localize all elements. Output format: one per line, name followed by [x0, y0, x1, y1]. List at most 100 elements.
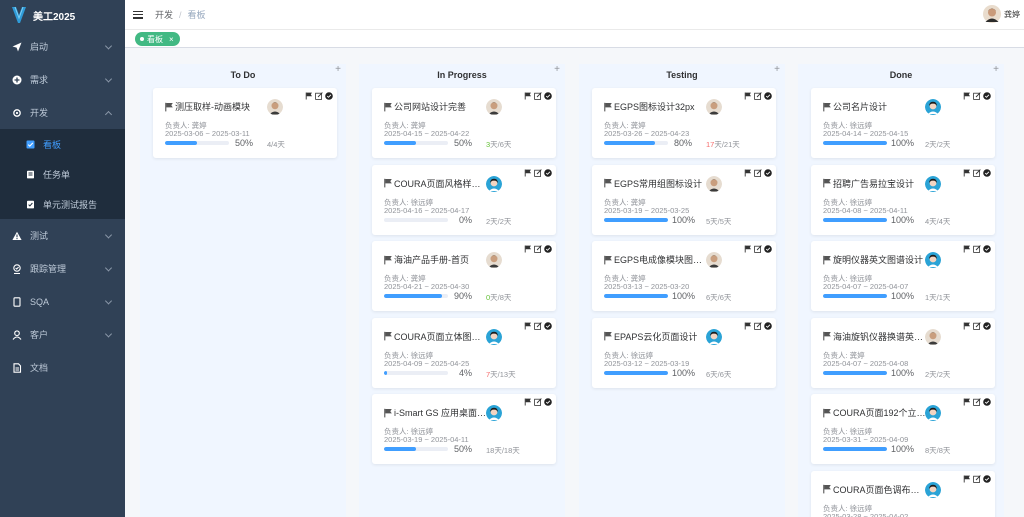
- card-dates: 2025-04-16 ~ 2025-04-17: [384, 205, 470, 215]
- sidebar-subitem-board[interactable]: 看板: [0, 129, 125, 159]
- card-actions[interactable]: [963, 398, 991, 406]
- close-icon[interactable]: ×: [169, 35, 174, 44]
- card-actions[interactable]: [524, 321, 552, 330]
- task-card[interactable]: 海油旋钒仪器换谱英… 负责人: 龚婷 2025-04-07 ~ 2025-04-08…: [811, 317, 995, 388]
- column-title: Done: [889, 70, 913, 80]
- card-title[interactable]: COURA页面立体图…: [383, 330, 501, 343]
- card-title[interactable]: i-Smart GS 应用桌面…: [383, 406, 501, 419]
- document-icon: [12, 362, 22, 373]
- check-circle-icon: [983, 245, 991, 253]
- sidebar-item-user[interactable]: 客户: [0, 318, 125, 351]
- task-card[interactable]: i-Smart GS 应用桌面… 负责人: 徐远婷 2025-03-19 ~ 202…: [372, 394, 556, 464]
- card-title[interactable]: COURA页面色调布…: [822, 483, 940, 496]
- card-title-text: EPAPS云化页面设计: [614, 331, 698, 342]
- card-actions[interactable]: [305, 92, 333, 100]
- task-card[interactable]: 招聘广告易拉宝设计 负责人: 徐远婷 2025-04-08 ~ 2025-04-11…: [811, 164, 995, 235]
- card-title[interactable]: 招聘广告易拉宝设计: [822, 177, 940, 190]
- task-card[interactable]: COURA页面风格样… 负责人: 徐远婷 2025-04-16 ~ 2025-04-…: [372, 164, 556, 235]
- progress-percent: 100%: [891, 291, 915, 301]
- tag-dot: [140, 37, 144, 41]
- card-actions[interactable]: [963, 245, 991, 253]
- sidebar-subitem-task[interactable]: 任务单: [0, 159, 125, 189]
- card-title-text: COURA页面色调布…: [833, 484, 920, 495]
- card-title[interactable]: 旋明仪器英文图谱设计: [822, 253, 940, 266]
- sidebar-item-track[interactable]: 跟踪管理: [0, 252, 125, 285]
- task-card[interactable]: EGPS电成像模块图… 负责人: 龚婷 2025-03-13 ~ 2025-03-2…: [592, 241, 776, 311]
- check-circle-icon: [544, 245, 552, 253]
- card-dates: 2025-04-09 ~ 2025-04-25: [384, 358, 470, 368]
- task-card[interactable]: COURA页面色调布… 负责人: 徐远婷 2025-03-28 ~ 2025-04-…: [811, 470, 995, 517]
- card-actions[interactable]: [963, 168, 991, 177]
- card-actions[interactable]: [963, 474, 991, 483]
- card-actions[interactable]: [524, 168, 552, 177]
- assignee-avatar: [925, 99, 941, 115]
- sidebar-item-gear[interactable]: 开发: [0, 96, 125, 129]
- card-actions[interactable]: [524, 92, 552, 100]
- task-icon: [26, 170, 35, 179]
- logo-icon: [12, 6, 26, 23]
- brand[interactable]: 美工2025: [0, 0, 125, 30]
- card-actions[interactable]: [744, 168, 772, 177]
- board-icon: [26, 140, 35, 149]
- chevron-down-icon: [104, 329, 113, 338]
- flag-icon: [744, 245, 751, 253]
- card-title[interactable]: EPAPS云化页面设计: [603, 330, 721, 343]
- task-card[interactable]: 海油产品手册-首页 负责人: 龚婷 2025-04-21 ~ 2025-04-30 9…: [372, 241, 556, 311]
- add-card-icon[interactable]: +: [774, 64, 780, 81]
- card-title[interactable]: 公司网站设计完善: [383, 100, 501, 113]
- card-actions[interactable]: [744, 321, 772, 330]
- card-title[interactable]: EGPS电成像模块图…: [603, 253, 721, 266]
- task-card[interactable]: 测压取样-动画模块 负责人: 龚婷 2025-03-06 ~ 2025-03-11 5…: [153, 88, 337, 158]
- chevron-down-icon: [104, 230, 113, 239]
- task-card[interactable]: EPAPS云化页面设计 负责人: 徐远婷 2025-03-12 ~ 2025-03-…: [592, 317, 776, 388]
- card-title[interactable]: EGPS常用组图标设计: [603, 177, 721, 190]
- progress-bar: [823, 294, 887, 298]
- task-card[interactable]: 公司名片设计 负责人: 徐远婷 2025-04-14 ~ 2025-04-15 100…: [811, 88, 995, 158]
- card-title[interactable]: EGPS图标设计32px: [603, 100, 721, 113]
- card-actions[interactable]: [744, 245, 772, 253]
- sidebar-item-label: 需求: [30, 75, 49, 85]
- task-card[interactable]: COURA页面192个立… 负责人: 徐远婷 2025-03-31 ~ 2025-0…: [811, 394, 995, 464]
- task-card[interactable]: EGPS常用组图标设计 负责人: 龚婷 2025-03-19 ~ 2025-03-2…: [592, 164, 776, 235]
- card-title[interactable]: COURA页面风格样…: [383, 177, 501, 190]
- task-card[interactable]: 旋明仪器英文图谱设计 负责人: 徐远婷 2025-04-07 ~ 2025-04-0…: [811, 241, 995, 311]
- days-used: 2天/2天: [925, 139, 950, 150]
- assignee-avatar: [925, 405, 941, 421]
- flag-icon: [963, 245, 970, 253]
- card-actions[interactable]: [524, 245, 552, 253]
- hamburger-icon[interactable]: [133, 10, 143, 19]
- card-actions[interactable]: [524, 398, 552, 406]
- card-title[interactable]: 公司名片设计: [822, 100, 940, 113]
- flag-icon: [524, 322, 531, 329]
- sidebar-item-send[interactable]: 启动: [0, 30, 125, 63]
- breadcrumb-item[interactable]: 开发: [155, 8, 173, 21]
- sidebar-item-plus-circle[interactable]: 需求: [0, 63, 125, 96]
- sidebar-item-document[interactable]: 文档: [0, 351, 125, 384]
- card-actions[interactable]: [744, 92, 772, 100]
- card-title[interactable]: 海油产品手册-首页: [383, 253, 501, 266]
- tag-kanban[interactable]: 看板 ×: [135, 32, 180, 46]
- breadcrumb-current: 看板: [187, 10, 206, 20]
- card-actions[interactable]: [963, 321, 991, 330]
- progress-fill: [384, 447, 416, 451]
- sidebar-subitem-report[interactable]: 单元测试报告: [0, 189, 125, 219]
- card-title[interactable]: 测压取样-动画模块: [164, 100, 282, 113]
- add-card-icon[interactable]: +: [554, 64, 560, 81]
- flag-icon: [164, 102, 175, 112]
- assignee-avatar: [486, 252, 502, 268]
- user-menu[interactable]: 龚婷: [983, 5, 1020, 23]
- task-card[interactable]: EGPS图标设计32px 负责人: 龚婷 2025-03-26 ~ 2025-04-…: [592, 88, 776, 158]
- add-card-icon[interactable]: +: [993, 64, 999, 81]
- card-title[interactable]: COURA页面192个立…: [822, 406, 940, 419]
- task-card[interactable]: COURA页面立体图… 负责人: 徐远婷 2025-04-09 ~ 2025-04-…: [372, 317, 556, 388]
- card-actions[interactable]: [963, 92, 991, 100]
- task-card[interactable]: 公司网站设计完善 负责人: 龚婷 2025-04-15 ~ 2025-04-22 50…: [372, 88, 556, 158]
- sidebar-item-warning[interactable]: 测试: [0, 219, 125, 252]
- sidebar-subitem-label: 单元测试报告: [43, 199, 98, 210]
- add-card-icon[interactable]: +: [335, 64, 341, 81]
- sidebar-item-tablet[interactable]: SQA: [0, 285, 125, 318]
- days-total: 天/21天: [714, 140, 740, 149]
- card-title[interactable]: 海油旋钒仪器换谱英…: [822, 330, 940, 343]
- days-used: 17天/21天: [706, 139, 740, 150]
- days-total: 天/5天: [710, 216, 732, 226]
